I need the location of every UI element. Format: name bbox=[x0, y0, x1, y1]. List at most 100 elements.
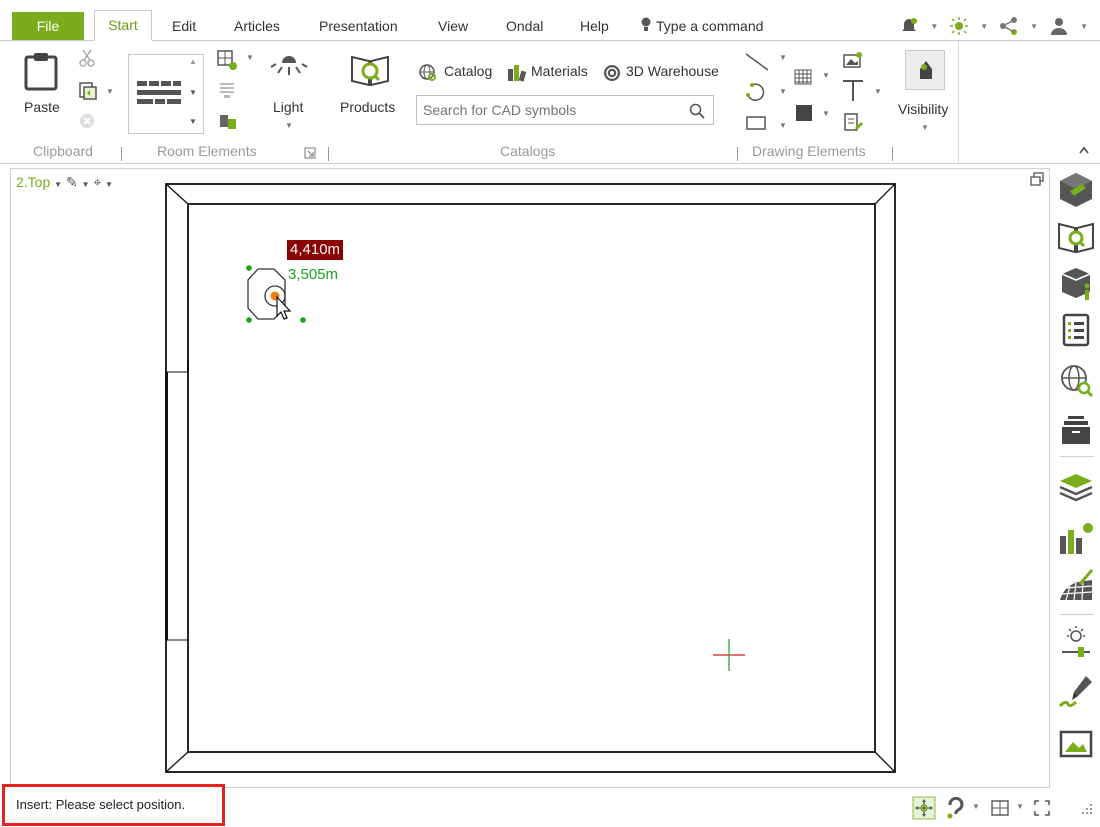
layers-icon[interactable] bbox=[1056, 466, 1096, 506]
visibility-button-label[interactable]: Visibility bbox=[898, 101, 948, 117]
help-icon[interactable] bbox=[944, 796, 968, 820]
dimension-x-label: 4,410m bbox=[287, 240, 344, 260]
3d-warehouse-icon[interactable] bbox=[602, 63, 622, 83]
light-button-label[interactable]: Light bbox=[273, 99, 303, 115]
menu-bar: File Start Edit Articles Presentation Vi… bbox=[0, 0, 1100, 41]
wall-icon bbox=[137, 81, 181, 104]
line-tool-icon[interactable] bbox=[744, 51, 770, 73]
tools-cube-icon[interactable] bbox=[1056, 170, 1096, 210]
chevron-down-icon[interactable]: ▼ bbox=[972, 802, 980, 811]
pen-icon[interactable]: ✎ bbox=[66, 174, 78, 190]
tab-articles[interactable]: Articles bbox=[228, 12, 286, 40]
move-view-icon[interactable] bbox=[912, 796, 936, 820]
fullscreen-icon[interactable] bbox=[1032, 798, 1052, 818]
gallery-expand-icon[interactable]: ▼ bbox=[189, 117, 197, 126]
hatch-tool-icon[interactable] bbox=[792, 67, 814, 87]
products-button-label[interactable]: Products bbox=[340, 99, 395, 115]
gallery-scroll-down-icon[interactable]: ▼ bbox=[189, 88, 197, 97]
tab-edit[interactable]: Edit bbox=[166, 12, 202, 40]
chevron-down-icon[interactable]: ▼ bbox=[779, 87, 787, 96]
image-gallery-icon[interactable] bbox=[1056, 724, 1096, 764]
texture-grid-icon[interactable] bbox=[1056, 566, 1096, 606]
view-selector[interactable]: 2.Top ▼ ✎ ▼ ⌖ ▼ bbox=[16, 174, 113, 191]
sun-icon[interactable] bbox=[948, 17, 970, 35]
copy-icon[interactable] bbox=[78, 81, 98, 101]
group-divider bbox=[121, 147, 122, 161]
grid-view-icon[interactable] bbox=[990, 798, 1010, 818]
snap-target-icon[interactable]: ⌖ bbox=[93, 174, 101, 190]
cut-icon[interactable] bbox=[78, 49, 96, 67]
material-editor-icon[interactable] bbox=[1056, 518, 1096, 558]
article-list-icon[interactable] bbox=[1056, 310, 1096, 350]
paste-icon[interactable] bbox=[24, 51, 58, 91]
share-icon[interactable] bbox=[998, 17, 1020, 35]
tab-ondal[interactable]: Ondal bbox=[500, 12, 549, 40]
origin-crosshair-icon bbox=[713, 639, 745, 671]
arc-tool-icon[interactable] bbox=[744, 81, 770, 103]
group-divider bbox=[328, 147, 329, 161]
note-tool-icon[interactable] bbox=[842, 111, 864, 133]
tab-start[interactable]: Start bbox=[94, 10, 152, 41]
view-name: 2.Top bbox=[16, 174, 51, 190]
tab-view[interactable]: View bbox=[432, 12, 474, 40]
catalog-globe-icon[interactable] bbox=[418, 63, 438, 83]
search-input[interactable] bbox=[417, 96, 677, 124]
window-settings-icon[interactable] bbox=[216, 49, 238, 71]
cad-symbol-search bbox=[416, 95, 714, 125]
stairs-icon[interactable] bbox=[218, 81, 236, 99]
room-elements-gallery[interactable]: ▲ ▼ ▼ bbox=[128, 54, 204, 134]
text-tool-icon[interactable] bbox=[840, 77, 866, 103]
chevron-down-icon[interactable]: ▼ bbox=[1016, 802, 1024, 811]
3d-warehouse-button-label[interactable]: 3D Warehouse bbox=[626, 63, 719, 79]
furniture-icon[interactable] bbox=[218, 111, 238, 131]
rectangle-tool-icon[interactable] bbox=[744, 111, 770, 133]
chevron-down-icon[interactable]: ▼ bbox=[82, 180, 90, 189]
notification-bell-icon[interactable] bbox=[898, 17, 920, 35]
chevron-down-icon[interactable]: ▼ bbox=[105, 180, 113, 189]
products-catalog-icon[interactable] bbox=[1056, 216, 1096, 256]
delete-icon[interactable] bbox=[79, 113, 95, 129]
chevron-down-icon[interactable]: ▼ bbox=[106, 87, 114, 96]
group-label-clipboard: Clipboard bbox=[33, 143, 93, 159]
lighting-settings-icon[interactable] bbox=[1056, 622, 1096, 662]
materials-button-label[interactable]: Materials bbox=[531, 63, 588, 79]
chevron-down-icon[interactable]: ▼ bbox=[874, 87, 882, 96]
paste-button-label[interactable]: Paste bbox=[24, 99, 60, 115]
fill-tool-icon[interactable] bbox=[794, 103, 814, 123]
chevron-down-icon[interactable]: ▼ bbox=[246, 53, 254, 62]
dialog-launcher-icon[interactable] bbox=[304, 147, 316, 159]
image-tool-icon[interactable] bbox=[842, 51, 864, 71]
chevron-down-icon[interactable]: ▼ bbox=[779, 53, 787, 62]
products-icon[interactable] bbox=[350, 53, 390, 87]
tab-presentation[interactable]: Presentation bbox=[313, 12, 404, 40]
pen-style-icon[interactable] bbox=[1056, 670, 1096, 710]
chevron-down-icon[interactable]: ▼ bbox=[930, 22, 938, 31]
tab-file[interactable]: File bbox=[12, 12, 84, 40]
article-info-icon[interactable] bbox=[1056, 262, 1096, 302]
user-icon[interactable] bbox=[1048, 17, 1070, 35]
catalog-button-label[interactable]: Catalog bbox=[444, 63, 492, 79]
chevron-down-icon[interactable]: ▼ bbox=[285, 121, 293, 130]
chevron-down-icon[interactable]: ▼ bbox=[921, 123, 929, 132]
gallery-scroll-up-icon[interactable]: ▲ bbox=[189, 57, 197, 66]
web-search-icon[interactable] bbox=[1056, 360, 1096, 400]
chevron-down-icon[interactable]: ▼ bbox=[822, 109, 830, 118]
chevron-down-icon[interactable]: ▼ bbox=[1080, 22, 1088, 31]
materials-icon[interactable] bbox=[506, 63, 528, 83]
chevron-down-icon[interactable]: ▼ bbox=[1030, 22, 1038, 31]
tab-help[interactable]: Help bbox=[574, 12, 615, 40]
command-input[interactable]: Type a command bbox=[650, 12, 769, 40]
group-label-drawing-elements: Drawing Elements bbox=[752, 143, 866, 159]
chevron-down-icon[interactable]: ▼ bbox=[779, 121, 787, 130]
visibility-toggle-button[interactable] bbox=[905, 50, 945, 90]
chevron-down-icon[interactable]: ▼ bbox=[54, 180, 62, 189]
restore-window-icon[interactable] bbox=[1030, 172, 1044, 186]
chevron-down-icon[interactable]: ▼ bbox=[980, 22, 988, 31]
resize-grip-icon[interactable] bbox=[1080, 802, 1094, 816]
light-icon[interactable] bbox=[270, 55, 308, 83]
toolbar-divider bbox=[1060, 614, 1094, 615]
collapse-ribbon-icon[interactable] bbox=[1078, 145, 1090, 155]
archive-icon[interactable] bbox=[1056, 410, 1096, 450]
chevron-down-icon[interactable]: ▼ bbox=[822, 71, 830, 80]
search-icon[interactable] bbox=[689, 103, 705, 119]
